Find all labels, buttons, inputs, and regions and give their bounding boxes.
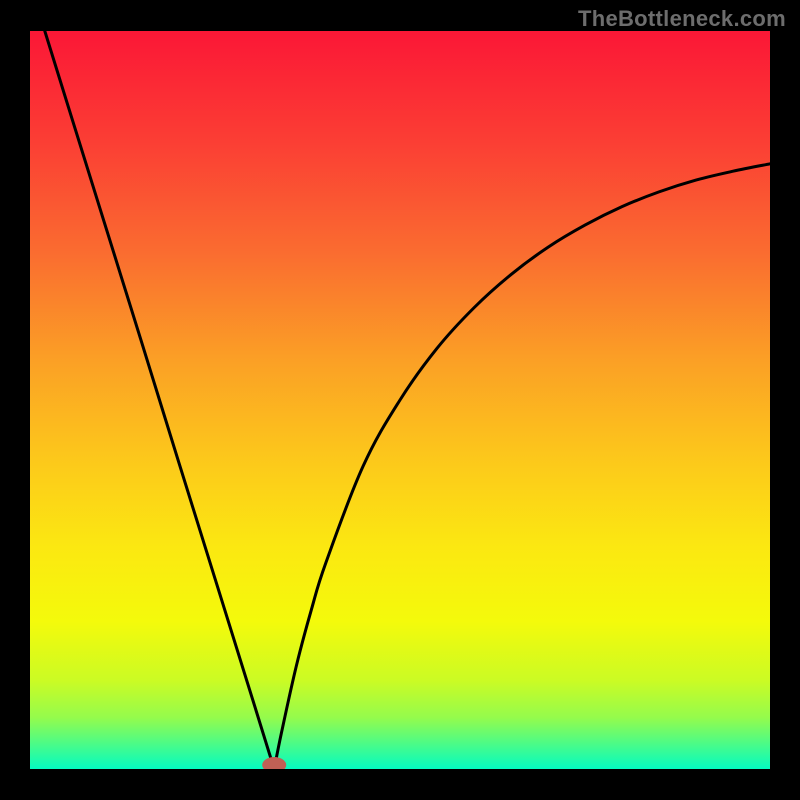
chart-frame: TheBottleneck.com <box>0 0 800 800</box>
watermark-text: TheBottleneck.com <box>578 6 786 32</box>
bottleneck-chart <box>30 31 770 769</box>
plot-area <box>30 31 770 769</box>
